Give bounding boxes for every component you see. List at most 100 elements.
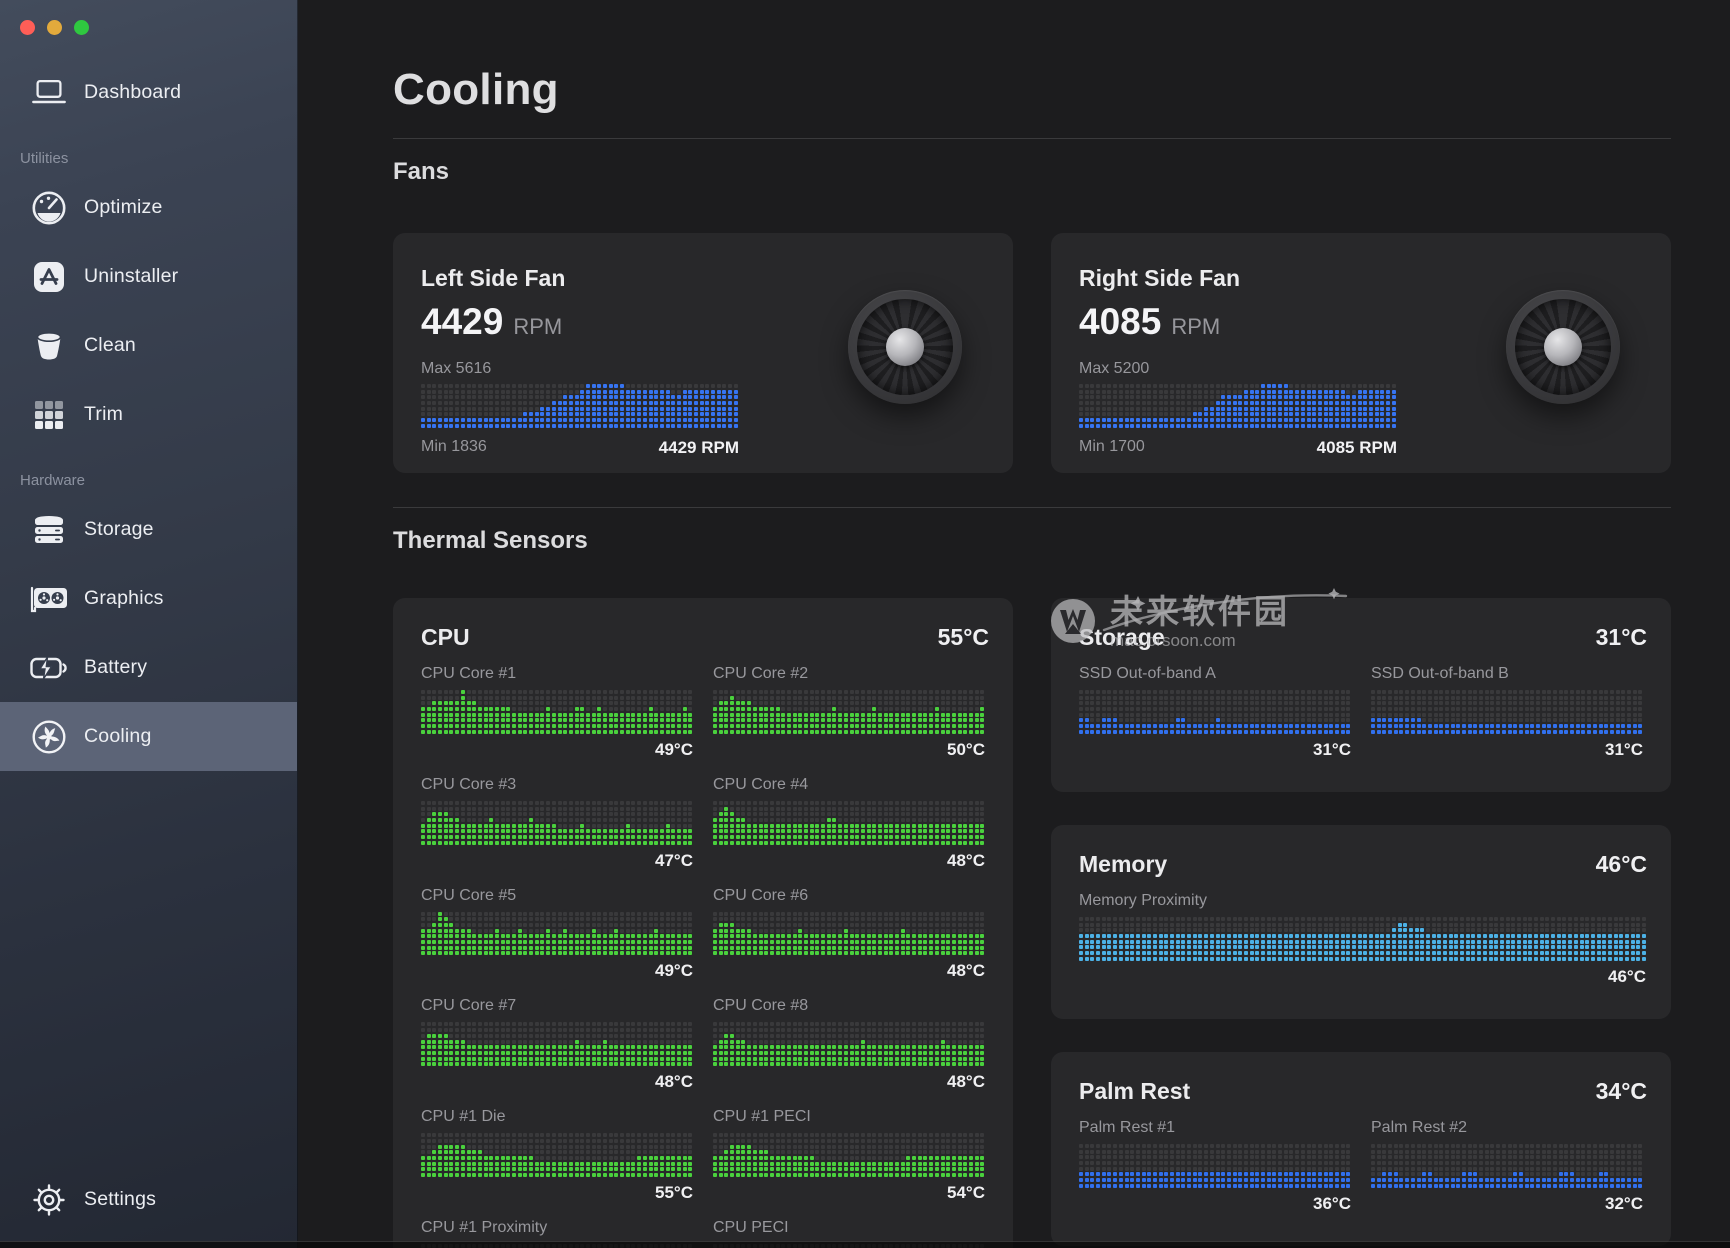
card-temp: 34°C: [1596, 1076, 1647, 1106]
close-window-button[interactable]: [20, 20, 35, 35]
fan-history-chart: [1079, 384, 1397, 428]
sidebar-item-settings[interactable]: Settings: [0, 1165, 297, 1234]
sensor-temp: 48°C: [713, 1072, 985, 1092]
fan-name: Left Side Fan: [421, 265, 1013, 292]
sensor-temp: 31°C: [1371, 740, 1643, 760]
sidebar-item-storage[interactable]: Storage: [0, 495, 297, 564]
laptop-icon: [28, 78, 70, 108]
sensor-cell: CPU Core #347°C: [421, 775, 693, 871]
storage-sensor-grid: SSD Out-of-band A 31°CSSD Out-of-band B 31…: [1079, 664, 1647, 760]
app-window: Dashboard Utilities Optimize Uninstaller…: [0, 0, 1730, 1248]
sensor-label: CPU Core #8: [713, 996, 985, 1016]
sidebar-item-battery[interactable]: Battery: [0, 633, 297, 702]
sensor-label: Palm Rest #2: [1371, 1118, 1643, 1138]
card-temp: 55°C: [938, 622, 989, 652]
sensor-cell: CPU #1 Die55°C: [421, 1107, 693, 1203]
fan-rpm-value: 4085: [1079, 302, 1161, 342]
sidebar-item-optimize[interactable]: Optimize: [0, 173, 297, 242]
sidebar-item-label: Storage: [84, 518, 154, 541]
thermal-section-title: Thermal Sensors: [393, 526, 1671, 556]
sensor-temp: 49°C: [421, 740, 693, 760]
sidebar-item-uninstaller[interactable]: Uninstaller: [0, 242, 297, 311]
appstore-icon: [28, 260, 70, 294]
sidebar-item-label: Dashboard: [84, 81, 181, 104]
fan-card-left: Left Side Fan 4429 RPM Max 5616 Min 1836…: [393, 233, 1013, 473]
fan-history-chart: [421, 384, 739, 428]
sensor-label: CPU PECI: [713, 1218, 985, 1238]
fan-card-right: Right Side Fan 4085 RPM Max 5200 Min 170…: [1051, 233, 1671, 473]
card-title: Palm Rest: [1079, 1076, 1190, 1106]
sensor-cell: CPU Core #4 48°C: [713, 775, 985, 871]
sidebar-item-label: Battery: [84, 656, 147, 679]
sidebar-section-utilities: Utilities: [0, 127, 297, 173]
sensor-temp: 36°C: [1079, 1194, 1351, 1214]
sidebar-item-cooling[interactable]: Cooling: [0, 702, 297, 771]
sensor-history-chart: [713, 1022, 985, 1066]
divider: [393, 507, 1671, 508]
sensor-label: Palm Rest #1: [1079, 1118, 1351, 1138]
sensor-history-chart: [421, 1022, 693, 1066]
memory-sensor-grid: Memory Proximity46°C: [1079, 891, 1647, 987]
sensor-cell: CPU Core #8 48°C: [713, 996, 985, 1092]
sensor-label: SSD Out-of-band A: [1079, 664, 1351, 684]
sensor-temp: 55°C: [421, 1183, 693, 1203]
sensor-history-chart: [1079, 690, 1351, 734]
fan-current-label: 4085 RPM: [1317, 438, 1397, 458]
sensor-cell: Memory Proximity46°C: [1079, 891, 1646, 987]
sensor-temp: 50°C: [713, 740, 985, 760]
card-title: Memory: [1079, 849, 1167, 879]
sidebar-item-dashboard[interactable]: Dashboard: [0, 58, 297, 127]
minimize-window-button[interactable]: [47, 20, 62, 35]
sensor-label: CPU Core #6: [713, 886, 985, 906]
memory-sensor-card: Memory 46°C Memory Proximity46°C: [1051, 825, 1671, 1019]
fan-min-label: Min 1836: [421, 438, 487, 458]
sensor-history-chart: [421, 1133, 693, 1177]
window-controls: [0, 0, 297, 58]
sidebar-item-trim[interactable]: Trim: [0, 380, 297, 449]
card-temp: 31°C: [1596, 622, 1647, 652]
card-title: CPU: [421, 622, 470, 652]
sensor-history-chart: [713, 690, 985, 734]
battery-icon: [28, 655, 70, 681]
sensor-history-chart: [1079, 1144, 1351, 1188]
sensor-cell: SSD Out-of-band B 31°C: [1371, 664, 1643, 760]
fans-section-title: Fans: [393, 157, 1671, 187]
sensor-label: CPU Core #2: [713, 664, 985, 684]
trash-icon: [28, 329, 70, 363]
sensor-label: CPU #1 Proximity: [421, 1218, 693, 1238]
fan-turbine-image: [1506, 290, 1620, 404]
sidebar-item-label: Graphics: [84, 587, 164, 610]
sidebar-item-graphics[interactable]: Graphics: [0, 564, 297, 633]
grid-icon: [28, 399, 70, 431]
sidebar-item-label: Optimize: [84, 196, 163, 219]
sensor-temp: 48°C: [421, 1072, 693, 1092]
sensor-label: CPU Core #4: [713, 775, 985, 795]
sensor-cell: CPU Core #2 50°C: [713, 664, 985, 760]
sensor-cell: CPU Core #149°C: [421, 664, 693, 760]
sensor-label: CPU Core #5: [421, 886, 693, 906]
sensor-history-chart: [1371, 1144, 1643, 1188]
palmrest-sensor-grid: Palm Rest #136°CPalm Rest #232°C: [1079, 1118, 1647, 1214]
sensor-temp: 48°C: [713, 851, 985, 871]
sensor-history-chart: [713, 912, 985, 956]
sensor-label: Memory Proximity: [1079, 891, 1646, 911]
sidebar-item-label: Uninstaller: [84, 265, 178, 288]
cpu-sensor-grid: CPU Core #149°CCPU Core #250°CCPU Core #…: [421, 664, 989, 1248]
thermal-grid: CPU 55°C CPU Core #149°CCPU Core #250°CC…: [393, 598, 1671, 1248]
sensor-label: SSD Out-of-band B: [1371, 664, 1643, 684]
sidebar-item-label: Cooling: [84, 725, 152, 748]
cpu-sensor-card: CPU 55°C CPU Core #149°CCPU Core #250°CC…: [393, 598, 1013, 1248]
window-bottom-edge: [0, 1241, 1730, 1248]
sidebar-item-label: Settings: [84, 1188, 156, 1211]
sensor-label: CPU Core #3: [421, 775, 693, 795]
gauge-icon: [28, 190, 70, 226]
sensor-label: CPU Core #7: [421, 996, 693, 1016]
card-temp: 46°C: [1596, 849, 1647, 879]
zoom-window-button[interactable]: [74, 20, 89, 35]
sensor-temp: 54°C: [713, 1183, 985, 1203]
sidebar-item-clean[interactable]: Clean: [0, 311, 297, 380]
page-title: Cooling: [393, 64, 1671, 116]
sensor-cell: Palm Rest #1 36°C: [1079, 1118, 1351, 1214]
sensor-cell: CPU Core #648°C: [713, 886, 985, 982]
fans-row: Left Side Fan 4429 RPM Max 5616 Min 1836…: [393, 233, 1671, 473]
